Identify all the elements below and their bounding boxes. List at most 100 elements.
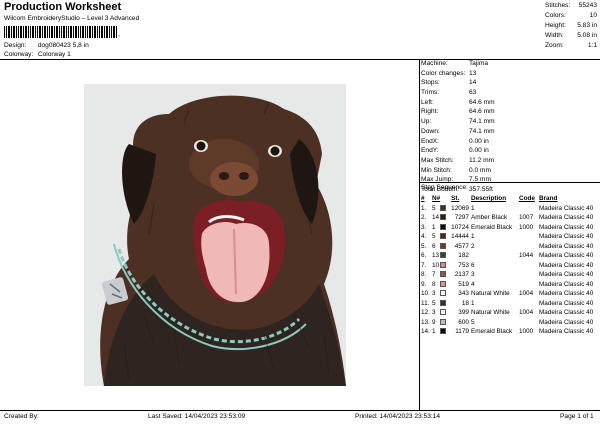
row-index: 8. <box>421 271 427 279</box>
color-swatch-icon <box>440 223 447 230</box>
created-by: Created By: <box>4 413 39 420</box>
table-row: 14. 1 1179 Emerald Black 1000 Madeira Classic… <box>421 327 593 337</box>
row-index: 14. <box>421 328 430 336</box>
row-swatch <box>440 213 451 223</box>
printed-date: Printed: 14/04/2023 23:53:14 <box>355 413 441 420</box>
info-row: Left: 64.6 mm <box>421 98 495 106</box>
machine-info: Machine: Tajima Color changes: 13 Stops: 14… <box>421 60 599 196</box>
color-swatch-icon <box>440 261 447 268</box>
info-row: Stops: 14 <box>421 79 477 87</box>
row-description: Emerald Black <box>470 223 513 231</box>
row-stitches: 519 <box>458 280 469 288</box>
row-swatch <box>440 318 451 328</box>
row-code <box>519 318 539 328</box>
info-row: Up: 74.1 mm <box>421 118 495 126</box>
row-swatch <box>440 270 451 280</box>
row-code: 1007 <box>518 214 534 222</box>
colorway-label: Colorway: <box>4 51 34 58</box>
stop-sequence-table: # N# St. Description Code Brand 1. 5 12069… <box>421 194 599 337</box>
table-row: 9. 8 519 4 Madeira Classic 40 <box>421 280 593 290</box>
row-code <box>519 280 539 290</box>
row-stitches: 182 <box>458 252 469 260</box>
page-number: Page 1 of 1 <box>560 413 594 420</box>
stat-row: Height: 5.83 in <box>545 22 597 29</box>
info-row: Min Stitch: 0.0 mm <box>421 166 491 174</box>
row-stitches: 7297 <box>454 214 469 222</box>
row-brand: Madeira Classic 40 <box>538 233 594 241</box>
table-row: 6. 13 182 1044 Madeira Classic 40 <box>421 251 593 261</box>
column-divider <box>419 59 420 410</box>
row-stitches: 18 <box>461 299 469 307</box>
row-stitches: 2137 <box>454 271 469 279</box>
row-index: 5. <box>421 242 427 250</box>
row-code <box>519 232 539 242</box>
info-row: Right: 64.6 mm <box>421 108 495 116</box>
row-index: 6. <box>421 252 427 260</box>
row-description: 5 <box>470 318 475 326</box>
row-brand: Madeira Classic 40 <box>538 318 594 326</box>
table-row: 12. 3 399 Natural White 1004 Madeira Classic … <box>421 308 593 318</box>
row-needle: 14 <box>432 214 440 222</box>
row-description: 1 <box>470 299 475 307</box>
row-code: 1000 <box>518 328 534 336</box>
col-header-description: Description <box>470 195 507 203</box>
row-description: Natural White <box>470 309 510 317</box>
row-description: 4 <box>470 280 475 288</box>
row-needle: 7 <box>432 271 436 279</box>
row-brand: Madeira Classic 40 <box>538 290 594 298</box>
color-swatch-icon <box>440 328 447 335</box>
col-header-brand: Brand <box>538 195 558 203</box>
row-stitches: 399 <box>458 309 469 317</box>
row-code <box>519 261 539 271</box>
row-description: Amber Black <box>470 214 508 222</box>
color-swatch-icon <box>440 204 447 211</box>
row-description: 1 <box>470 233 475 241</box>
row-brand: Madeira Classic 40 <box>538 309 594 317</box>
color-swatch-icon <box>440 271 447 278</box>
table-row: 13. 9 600 5 Madeira Classic 40 <box>421 318 593 328</box>
row-index: 4. <box>421 233 427 241</box>
row-code <box>519 204 539 214</box>
row-needle: 10 <box>432 261 440 269</box>
row-needle: 13 <box>432 252 440 260</box>
row-swatch <box>440 299 451 309</box>
table-row: 4. 5 14444 1 Madeira Classic 40 <box>421 232 593 242</box>
col-header-index: # <box>421 195 425 203</box>
color-swatch-icon <box>440 299 447 306</box>
info-row: Machine: Tajima <box>421 60 489 67</box>
info-row: Trims: 63 <box>421 89 477 97</box>
info-row: Max Stitch: 11.2 mm <box>421 156 495 164</box>
stop-sequence-title: Stop Sequence: <box>421 184 468 191</box>
design-value: dog080423 5,8 in <box>37 42 89 49</box>
row-stitches: 600 <box>458 318 469 326</box>
row-code: 1004 <box>518 290 534 298</box>
barcode-suffix: , <box>118 31 120 38</box>
row-index: 13. <box>421 318 430 326</box>
row-swatch <box>440 223 451 233</box>
row-description: Emerald Black <box>470 328 513 336</box>
row-description: 3 <box>470 271 475 279</box>
row-description: 1 <box>470 204 475 212</box>
embroidery-dog-image <box>84 84 346 386</box>
row-stitches: 4577 <box>454 242 469 250</box>
row-brand: Madeira Classic 40 <box>538 280 594 288</box>
barcode-icon <box>4 26 117 38</box>
color-swatch-icon <box>440 242 447 249</box>
design-row: Design: dog080423 5,8 in <box>4 42 89 50</box>
row-index: 10. <box>421 290 430 298</box>
table-row: 8. 7 2137 3 Madeira Classic 40 <box>421 270 593 280</box>
row-needle: 3 <box>432 290 436 298</box>
row-brand: Madeira Classic 40 <box>538 299 594 307</box>
row-brand: Madeira Classic 40 <box>538 223 594 231</box>
row-stitches: 12069 <box>451 204 469 212</box>
colorway-row: Colorway: Colorway 1 <box>4 51 71 59</box>
worksheet-page: Production Worksheet Wilcom EmbroiderySt… <box>0 0 600 424</box>
table-row: 2. 14 7297 Amber Black 1007 Madeira Classic 4… <box>421 213 593 223</box>
design-label: Design: <box>4 42 27 49</box>
color-swatch-icon <box>440 318 447 325</box>
color-swatch-icon <box>440 214 447 221</box>
colorway-value: Colorway 1 <box>37 51 71 58</box>
row-index: 7. <box>421 261 427 269</box>
row-index: 2. <box>421 214 427 222</box>
stat-row: Width: 5.08 in <box>545 32 597 39</box>
